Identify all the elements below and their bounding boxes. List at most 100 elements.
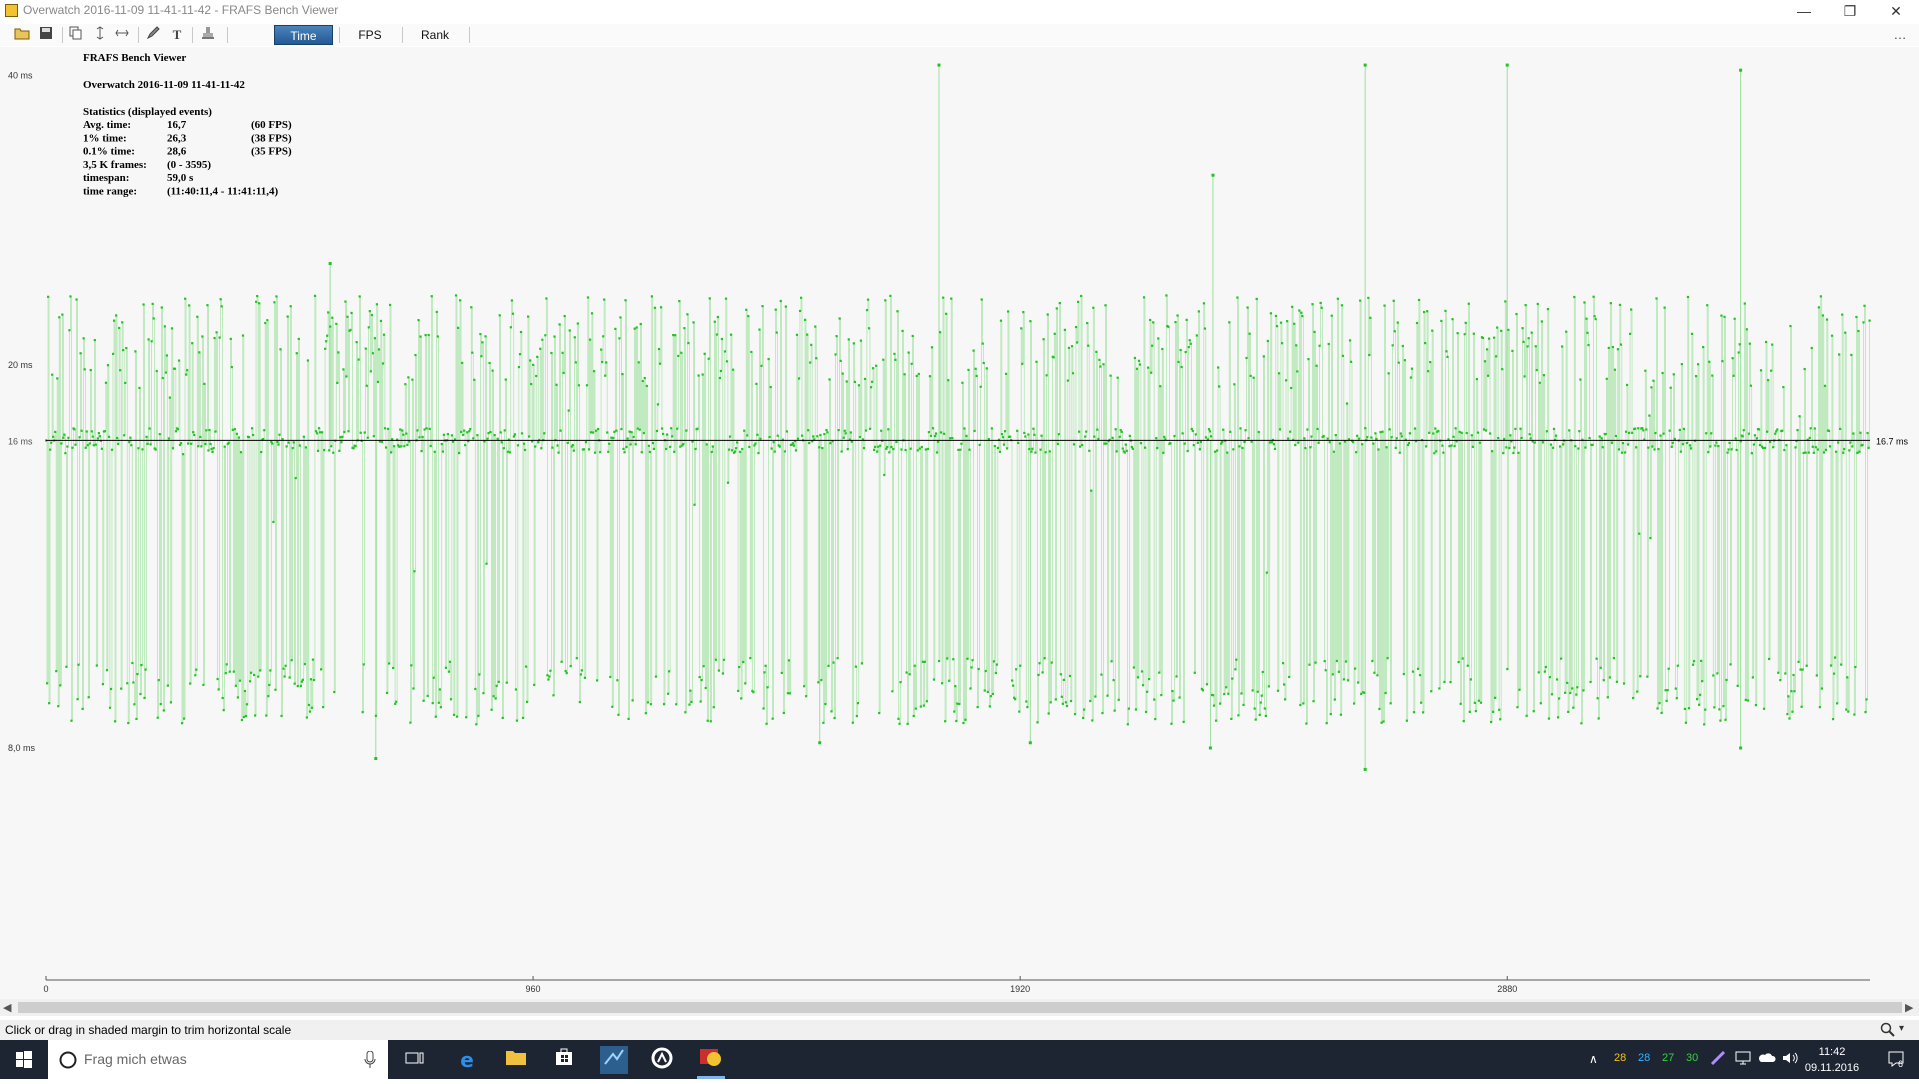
copy-icon[interactable]: [67, 26, 85, 44]
chart-point: [1566, 681, 1569, 684]
frametime-chart[interactable]: 16.7 ms16 ms 40 ms20 ms8,0 ms0 960 1920 288…: [0, 47, 1919, 999]
text-icon[interactable]: T: [168, 26, 186, 44]
overwatch-icon[interactable]: [648, 1046, 676, 1074]
search-box[interactable]: Frag mich etwas: [48, 1040, 388, 1079]
chart-point: [501, 716, 504, 720]
scroll-left-icon[interactable]: ◀: [3, 1001, 11, 1014]
chart-point: [1058, 301, 1061, 305]
chart-point: [149, 443, 152, 446]
chart-point: [1043, 657, 1046, 660]
volume-icon[interactable]: [1781, 1050, 1799, 1069]
tab-rank[interactable]: Rank: [407, 25, 463, 45]
chart-point: [141, 448, 144, 451]
chart-point: [307, 703, 311, 707]
chart-point: [721, 672, 725, 675]
chart-point: [551, 446, 554, 449]
chart-point: [1774, 432, 1777, 435]
chart-point: [1277, 372, 1281, 375]
chart-point: [937, 659, 941, 663]
chart-point: [1324, 669, 1327, 672]
chart-point: [1803, 367, 1806, 371]
horizontal-scrollbar[interactable]: ◀ ▶: [0, 999, 1919, 1016]
task-view-icon[interactable]: [401, 1046, 429, 1074]
chart-point: [826, 431, 829, 434]
edge-icon[interactable]: e: [453, 1046, 481, 1074]
toolbar-overflow-button[interactable]: …: [1890, 26, 1910, 44]
toolbar-separator: [192, 27, 193, 43]
minimize-button[interactable]: —: [1781, 0, 1827, 22]
chart-point: [1095, 350, 1098, 353]
overlay-stat-label: Avg. time:: [83, 119, 131, 131]
chart-point: [165, 354, 168, 357]
network-icon[interactable]: [1734, 1050, 1752, 1069]
chart-point: [1304, 447, 1307, 450]
chart-point: [1399, 432, 1402, 435]
tray-temp-3[interactable]: 27: [1662, 1052, 1674, 1064]
save-icon[interactable]: [37, 26, 55, 44]
open-folder-icon[interactable]: [13, 26, 31, 44]
chart-point: [1225, 686, 1228, 689]
close-button[interactable]: ✕: [1873, 0, 1919, 22]
chart-point: [884, 299, 887, 302]
chart-point: [1374, 432, 1377, 435]
zoom-icon[interactable]: [1880, 1022, 1896, 1038]
system-clock[interactable]: 11:42 09.11.2016: [1804, 1044, 1860, 1076]
chart-point: [1176, 314, 1179, 317]
chart-point: [1709, 445, 1712, 448]
chart-point: [1004, 372, 1008, 375]
chart-point: [495, 684, 498, 687]
edit-icon[interactable]: [144, 26, 162, 44]
chart-point: [283, 675, 286, 678]
maximize-button[interactable]: ❐: [1827, 0, 1873, 22]
chart-point: [411, 378, 414, 381]
title-bar: Overwatch 2016-11-09 11-41-11-42 - FRAFS…: [0, 0, 1919, 22]
chart-point: [1442, 451, 1445, 454]
chart-point: [244, 714, 248, 718]
action-center-button[interactable]: 6: [1875, 1040, 1919, 1079]
chart-point: [742, 660, 745, 664]
chart-point: [1254, 718, 1257, 721]
chart-spike-point: [1739, 68, 1743, 72]
chart-point: [1127, 707, 1130, 710]
scroll-thumb[interactable]: [18, 1002, 1902, 1013]
chart-point: [1306, 428, 1309, 431]
tray-temp-2[interactable]: 28: [1638, 1052, 1650, 1064]
tab-time[interactable]: Time: [274, 25, 333, 45]
chart-point: [1550, 693, 1554, 696]
start-button[interactable]: [0, 1040, 48, 1079]
chart-point: [1589, 680, 1592, 684]
pen-icon[interactable]: [1710, 1050, 1726, 1069]
stamp-icon[interactable]: [199, 26, 217, 44]
file-explorer-icon[interactable]: [502, 1046, 530, 1074]
tray-overflow-icon[interactable]: ∧: [1589, 1052, 1598, 1066]
chart-point: [164, 371, 167, 374]
tray-temp-1[interactable]: 28: [1614, 1052, 1626, 1064]
chart-point: [359, 431, 362, 434]
zoom-dropdown-icon[interactable]: ▾: [1899, 1023, 1904, 1034]
chart-point: [676, 427, 679, 430]
chart-point: [767, 357, 770, 361]
chart-point: [1272, 443, 1276, 446]
onedrive-icon[interactable]: [1758, 1050, 1776, 1069]
chart-point: [1467, 302, 1470, 305]
chart-area[interactable]: 16.7 ms 16 ms 40 ms 20 ms 8,0 ms 0 960 1920 288…: [0, 47, 1919, 999]
chart-point: [46, 682, 49, 685]
chart-point: [840, 450, 843, 453]
chart-point: [562, 371, 565, 375]
chart-point: [1187, 345, 1190, 349]
chart-point: [642, 432, 645, 435]
frafs-viewer-icon[interactable]: [697, 1046, 725, 1074]
fit-vertical-icon[interactable]: [91, 26, 109, 44]
chart-point: [1767, 379, 1770, 382]
store-icon[interactable]: [550, 1046, 578, 1074]
scroll-right-icon[interactable]: ▶: [1905, 1001, 1913, 1014]
microphone-icon[interactable]: [364, 1051, 376, 1069]
ps-app-icon[interactable]: [600, 1046, 628, 1074]
chart-point: [876, 450, 879, 453]
chart-point: [1179, 348, 1182, 352]
fit-horizontal-icon[interactable]: [113, 26, 131, 44]
tab-fps[interactable]: FPS: [344, 25, 396, 45]
tray-temp-4[interactable]: 30: [1686, 1052, 1698, 1064]
chart-point: [1326, 437, 1329, 440]
chart-point: [1155, 437, 1158, 440]
